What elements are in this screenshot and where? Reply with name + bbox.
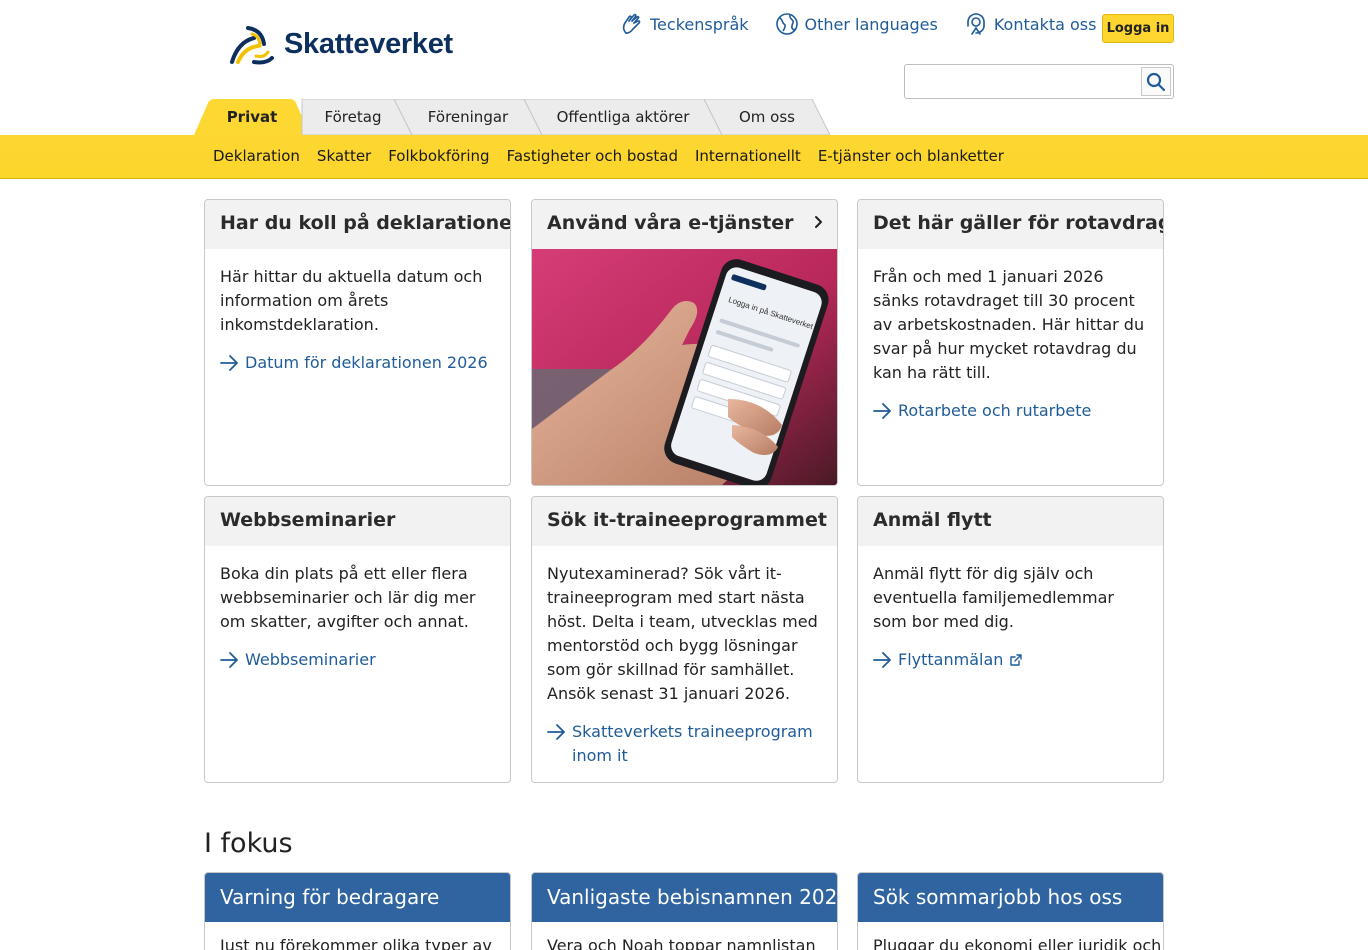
search-input[interactable]: [911, 70, 1139, 94]
card-link[interactable]: Rotarbete och rutarbete: [873, 399, 1148, 423]
card-link[interactable]: Datum för deklarationen 2026: [220, 351, 495, 375]
search-icon: [1146, 72, 1166, 91]
tab-label: Om oss: [739, 108, 795, 126]
card-link-label: Webbseminarier: [245, 650, 376, 669]
subnav-skatter[interactable]: Skatter: [317, 147, 371, 165]
search-button[interactable]: [1141, 67, 1171, 96]
sign-language-label: Teckenspråk: [650, 14, 749, 34]
card-link[interactable]: Flyttanmälan: [873, 648, 1148, 672]
card-webbseminarier: Webbseminarier Boka din plats på ett ell…: [204, 496, 511, 783]
subnav-folkbokforing[interactable]: Folkbokföring: [388, 147, 489, 165]
card-text: Anmäl flytt för dig själv och eventuella…: [873, 564, 1114, 631]
other-languages-label: Other languages: [804, 14, 938, 34]
external-link-icon: [1010, 654, 1023, 666]
card-anmal-flytt: Anmäl flytt Anmäl flytt för dig själv oc…: [857, 496, 1164, 783]
tab-foreningar[interactable]: Föreningar: [394, 99, 542, 135]
logo-mark-icon: [230, 26, 274, 65]
card-text: Här hittar du aktuella datum och informa…: [220, 267, 483, 334]
subnav-internationellt[interactable]: Internationellt: [695, 147, 801, 165]
card-title: Anmäl flytt: [858, 497, 1163, 546]
logo-text: Skatteverket: [284, 27, 453, 60]
header-links: Teckenspråk Other languages Kontakta oss: [620, 12, 1122, 36]
card-title: Använd våra e-tjänster: [532, 200, 837, 249]
focus-card-title: Sök sommarjobb hos oss: [858, 873, 1163, 922]
card-it-trainee: Sök it-traineeprogrammet Nyutexaminerad?…: [531, 496, 838, 783]
phone-image: Logga in på Skatteverket: [532, 249, 837, 485]
card-text: Nyutexaminerad? Sök vårt it-traineeprogr…: [547, 564, 818, 703]
search-box: [904, 64, 1174, 99]
skatteverket-logo[interactable]: Skatteverket: [228, 22, 453, 66]
chevron-right-icon: [815, 216, 822, 228]
sign-language-icon: [622, 13, 641, 34]
card-link-label: Skatteverkets traineeprogram inom it: [572, 722, 813, 765]
subnav-e-tjanster[interactable]: E-tjänster och blanketter: [818, 147, 1004, 165]
focus-card-text: Vera och Noah toppar namnlistan: [547, 936, 816, 950]
focus-title: I fokus: [204, 828, 293, 859]
other-languages-link[interactable]: Other languages: [775, 12, 938, 36]
card-title: Har du koll på deklarationen?: [205, 200, 510, 249]
tab-offentliga-aktorer[interactable]: Offentliga aktörer: [524, 99, 722, 135]
card-title: Webbseminarier: [205, 497, 510, 546]
card-title: Sök it-traineeprogrammet: [532, 497, 837, 546]
sub-navigation: Deklaration Skatter Folkbokföring Fastig…: [0, 135, 1368, 179]
main-tabs: Privat Företag Föreningar Offentliga akt…: [194, 99, 854, 135]
arrow-right-icon: [547, 724, 565, 740]
login-button[interactable]: Logga in: [1102, 14, 1174, 43]
contact-link[interactable]: Kontakta oss: [964, 12, 1097, 36]
subnav-fastigheter[interactable]: Fastigheter och bostad: [507, 147, 678, 165]
card-title: Det här gäller för rotavdrag: [858, 200, 1163, 249]
card-link[interactable]: Skatteverkets traineeprogram inom it: [547, 720, 822, 768]
tab-label: Offentliga aktörer: [556, 108, 690, 126]
card-link[interactable]: Webbseminarier: [220, 648, 495, 672]
arrow-right-icon: [220, 652, 238, 668]
card-text: Boka din plats på ett eller flera webbse…: [220, 564, 476, 631]
focus-card-title: Vanligaste bebisnamnen 2025: [532, 873, 837, 922]
tab-om-oss[interactable]: Om oss: [704, 99, 830, 135]
arrow-right-icon: [873, 652, 891, 668]
card-text: Från och med 1 januari 2026 sänks rotavd…: [873, 267, 1145, 382]
card-link-label: Datum för deklarationen 2026: [245, 353, 488, 372]
arrow-right-icon: [220, 355, 238, 371]
focus-card-text: Just nu förekommer olika typer av: [220, 936, 492, 950]
focus-card-bedragare[interactable]: Varning för bedragare Just nu förekommer…: [204, 872, 511, 950]
focus-card-text: Pluggar du ekonomi eller juridik och: [873, 936, 1162, 950]
card-deklaration: Har du koll på deklarationen? Här hittar…: [204, 199, 511, 486]
globe-icon: [775, 13, 798, 35]
tab-privat[interactable]: Privat: [194, 99, 310, 135]
card-rotavdrag: Det här gäller för rotavdrag Från och me…: [857, 199, 1164, 486]
contact-icon: [967, 13, 985, 35]
contact-label: Kontakta oss: [993, 14, 1097, 34]
card-link-label: Rotarbete och rutarbete: [898, 401, 1092, 420]
card-link-label: Flyttanmälan: [898, 650, 1004, 669]
tab-label: Föreningar: [427, 108, 509, 126]
card-e-tjanster[interactable]: Använd våra e-tjänster Logga in på Skatt…: [531, 199, 838, 486]
focus-card-sommarjobb[interactable]: Sök sommarjobb hos oss Pluggar du ekonom…: [857, 872, 1164, 950]
tab-label: Privat: [226, 108, 278, 126]
sign-language-link[interactable]: Teckenspråk: [620, 12, 749, 36]
arrow-right-icon: [873, 403, 891, 419]
focus-card-title: Varning för bedragare: [205, 873, 510, 922]
subnav-deklaration[interactable]: Deklaration: [213, 147, 300, 165]
focus-card-bebisnamn[interactable]: Vanligaste bebisnamnen 2025 Vera och Noa…: [531, 872, 838, 950]
